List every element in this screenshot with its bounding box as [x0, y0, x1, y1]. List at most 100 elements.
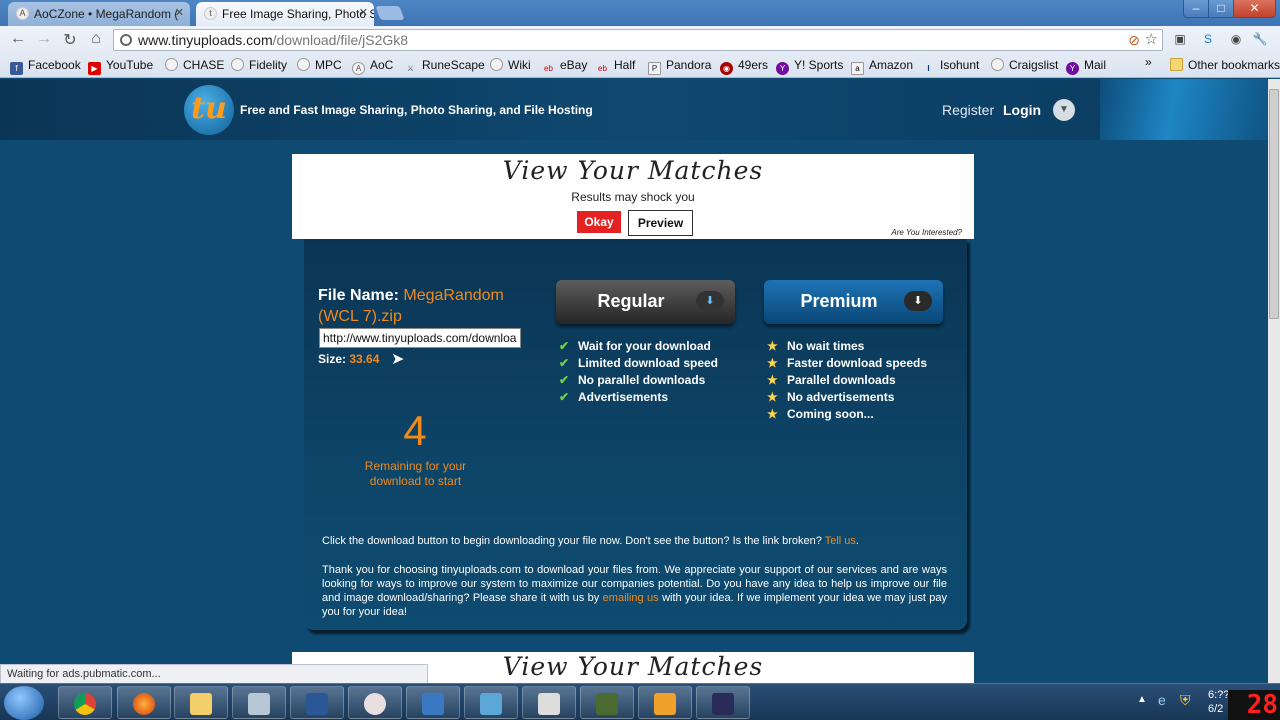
url-path: /download/file/jS2Gk8 — [272, 32, 409, 48]
star-icon: ★ — [767, 356, 778, 370]
browser-toolbar: ← → ↻ ⌂ www.tinyuploads.com/download/fil… — [0, 26, 1280, 54]
ie-icon[interactable]: e — [1158, 692, 1166, 708]
back-arrow-icon[interactable]: ← — [8, 30, 28, 48]
premium-download-button[interactable]: Premium ⬇ — [764, 280, 943, 324]
maximize-button[interactable]: □ — [1208, 0, 1234, 18]
bookmark-facebook[interactable]: f Facebook — [10, 58, 81, 75]
taskbar-firefox[interactable] — [117, 686, 171, 719]
skype-icon[interactable]: S — [1200, 31, 1216, 47]
browser-tab-strip: A AoCZone • MegaRandom ( ✕ t Free Image … — [0, 0, 1280, 26]
countdown-value: 4 — [403, 407, 427, 454]
bookmark-fidelity[interactable]: Fidelity — [231, 58, 287, 72]
bookmark-ebay[interactable]: eb eBay — [542, 58, 587, 76]
system-clock[interactable]: 6:?? 6/2 — [1208, 688, 1229, 716]
taskbar-app[interactable] — [580, 686, 634, 719]
bookmarks-overflow-button[interactable]: » — [1145, 55, 1152, 69]
tab-title: AoCZone • MegaRandom ( — [34, 7, 179, 21]
close-icon[interactable]: ✕ — [359, 6, 368, 19]
bookmark-aoc[interactable]: A AoC — [352, 58, 393, 75]
bookmark-amazon[interactable]: a Amazon — [851, 58, 913, 75]
email-us-link[interactable]: emailing us — [603, 592, 659, 604]
extension-icon[interactable]: ◉ — [1228, 31, 1244, 47]
isohunt-icon: I — [927, 64, 930, 73]
start-button[interactable] — [4, 686, 44, 720]
file-size-value: 33.64 — [349, 352, 380, 366]
tab-tinyuploads[interactable]: t Free Image Sharing, Photo S ✕ — [196, 2, 374, 26]
word-icon — [306, 693, 328, 715]
globe-icon — [490, 58, 503, 71]
scrollbar-thumb[interactable] — [1269, 89, 1279, 319]
forward-arrow-icon[interactable]: → — [34, 30, 54, 48]
checkmark-icon: ✔ — [559, 373, 570, 387]
page-scrollbar[interactable] — [1268, 79, 1280, 688]
tray-expand-icon[interactable]: ▲ — [1137, 694, 1147, 705]
site-header: tu Free and Fast Image Sharing, Photo Sh… — [0, 79, 1280, 140]
other-bookmarks[interactable]: Other bookmarks — [1170, 58, 1280, 72]
url-host: www.tinyuploads.com — [138, 32, 273, 48]
star-icon: ★ — [767, 339, 778, 353]
login-link[interactable]: Login — [1003, 102, 1041, 118]
app-icon — [422, 693, 444, 715]
reload-icon[interactable]: ↻ — [60, 30, 80, 50]
home-icon[interactable]: ⌂ — [86, 30, 106, 48]
wrench-icon[interactable]: 🔧 — [1252, 31, 1268, 47]
app-icon — [596, 693, 618, 715]
taskbar-media[interactable] — [638, 686, 692, 719]
bookmark-half[interactable]: eb Half — [596, 58, 635, 76]
bookmark-star-icon[interactable]: ☆ — [1145, 30, 1158, 48]
taskbar-calculator[interactable] — [232, 686, 286, 719]
bookmark-craigslist[interactable]: Craigslist — [991, 58, 1058, 72]
recording-counter: 28 — [1228, 690, 1280, 720]
bookmark-youtube[interactable]: ▶ YouTube — [88, 58, 153, 75]
checkmark-icon: ✔ — [559, 339, 570, 353]
taskbar-explorer[interactable] — [174, 686, 228, 719]
taskbar-word[interactable] — [290, 686, 344, 719]
mouse-cursor-icon: ➤ — [391, 351, 405, 368]
minimize-button[interactable]: – — [1183, 0, 1209, 18]
address-bar[interactable]: www.tinyuploads.com/download/file/jS2Gk8… — [113, 29, 1163, 51]
tell-us-link[interactable]: Tell us — [825, 535, 856, 547]
bookmark-pandora[interactable]: P Pandora — [648, 58, 711, 75]
file-size-label: Size: — [318, 352, 347, 366]
sword-icon: ⚔ — [406, 64, 415, 73]
extension-icon[interactable]: ⊘ — [1128, 32, 1140, 49]
list-item: ★ No wait times — [767, 339, 865, 353]
list-item: ★ No advertisements — [767, 390, 895, 404]
list-item: ★ Coming soon... — [767, 407, 874, 421]
taskbar-app[interactable] — [406, 686, 460, 719]
bookmark-y-sports[interactable]: Y Y! Sports — [776, 58, 843, 75]
bookmark-chase[interactable]: CHASE — [165, 58, 224, 72]
security-icon[interactable]: ⛨ — [1180, 692, 1191, 709]
close-icon[interactable]: ✕ — [175, 6, 184, 19]
checkmark-icon: ✔ — [559, 356, 570, 370]
tab-aoczone[interactable]: A AoCZone • MegaRandom ( ✕ — [8, 2, 190, 26]
bookmark-isohunt[interactable]: I Isohunt — [922, 58, 979, 76]
tinyuploads-logo[interactable]: tu — [184, 85, 234, 135]
file-url-field[interactable] — [319, 328, 521, 348]
bookmark-mpc[interactable]: MPC — [297, 58, 342, 72]
taskbar-chrome[interactable] — [58, 686, 112, 719]
taskbar-notepad[interactable] — [522, 686, 576, 719]
bookmark-49ers[interactable]: ◉ 49ers — [720, 58, 768, 75]
new-tab-button[interactable] — [375, 6, 405, 20]
yahoo-icon: Y — [776, 62, 789, 75]
bookmark-wiki[interactable]: Wiki — [490, 58, 531, 72]
taskbar-app[interactable] — [696, 686, 750, 719]
list-item: ✔ Advertisements — [559, 390, 669, 404]
chevron-down-icon[interactable]: ▼ — [1053, 99, 1075, 121]
bookmark-runescape[interactable]: ⚔ RuneScape — [404, 58, 485, 76]
register-link[interactable]: Register — [942, 102, 994, 118]
ad-interest-link[interactable]: Are You Interested? — [891, 228, 962, 237]
regular-download-button[interactable]: Regular ⬇ — [556, 280, 735, 324]
taskbar-app[interactable] — [464, 686, 518, 719]
pandora-icon: P — [648, 62, 661, 75]
thanks-text: Thank you for choosing tinyuploads.com t… — [322, 564, 948, 618]
taskbar-app[interactable] — [348, 686, 402, 719]
ad-preview-button[interactable]: Preview — [628, 210, 693, 236]
bookmark-mail[interactable]: Y Mail — [1066, 58, 1106, 75]
extension-icon[interactable]: ▣ — [1172, 31, 1188, 47]
ad-okay-button[interactable]: Okay — [577, 211, 621, 233]
status-bar: Waiting for ads.pubmatic.com... — [0, 664, 428, 684]
tab-title: Free Image Sharing, Photo S — [222, 7, 374, 21]
close-window-button[interactable]: ✕ — [1233, 0, 1276, 18]
